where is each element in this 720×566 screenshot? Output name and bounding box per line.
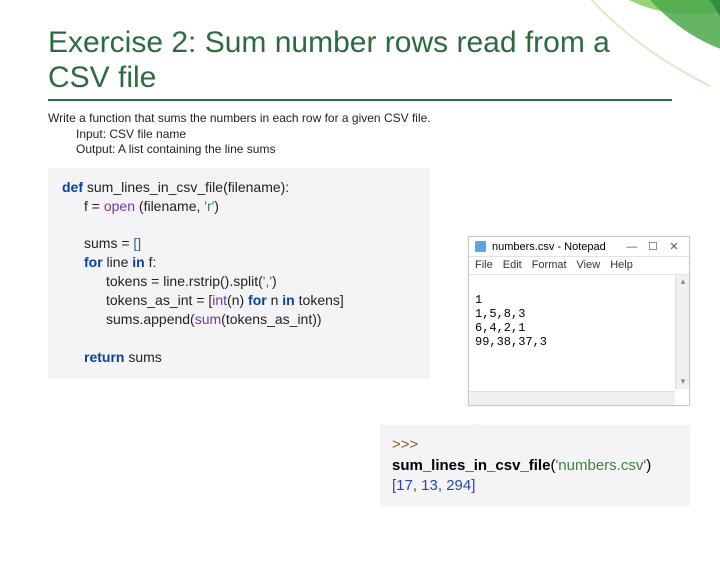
repl-close: ) [646,457,651,474]
code-l8a: sums [124,349,161,365]
slide-title: Exercise 2: Sum number rows read from a … [48,26,672,95]
notepad-titlebar[interactable]: numbers.csv - Notepad — ☐ ✕ [469,237,689,257]
scroll-up-icon[interactable]: ▴ [676,275,690,289]
kw-return: return [84,349,124,365]
code-l6a: tokens_as_int = [ [106,292,212,308]
horizontal-scrollbar[interactable]: ◂ ▸ [469,391,675,405]
code-l6c: n [267,292,283,308]
lit-empty: [] [133,235,141,251]
code-l7a: sums.append( [106,311,195,327]
builtin-sum: sum [195,311,221,327]
kw-for: for [84,254,103,270]
builtin-int: int [212,292,227,308]
notepad-icon [475,241,486,252]
code-l2c: ) [214,198,219,214]
code-l2a: f = [84,198,104,214]
notepad-title: numbers.csv - Notepad [492,241,606,253]
minimize-button[interactable]: — [623,241,641,253]
notepad-window: numbers.csv - Notepad — ☐ ✕ File Edit Fo… [468,236,690,406]
str-sep: ',' [263,273,272,289]
kw-in-1: in [132,254,144,270]
menu-help[interactable]: Help [610,259,633,271]
repl-arg: 'numbers.csv' [555,457,646,474]
kw-def: def [62,179,83,195]
str-mode: 'r' [204,198,214,214]
code-l4a: line [103,254,133,270]
scroll-down-icon[interactable]: ▾ [676,375,690,389]
notepad-body[interactable]: 1 1,5,8,3 6,4,2,1 99,38,37,3 ▴ ▾ ◂ ▸ [469,275,689,405]
code-l6d: tokens] [295,292,344,308]
code-block: def sum_lines_in_csv_file(filename): f =… [48,168,430,379]
prompt-input: Input: CSV file name [76,127,672,143]
np-line-3: 6,4,2,1 [475,321,525,335]
np-line-4: 99,38,37,3 [475,335,547,349]
maximize-button[interactable]: ☐ [644,240,662,253]
builtin-open: open [104,198,135,214]
np-line-1: 1 [475,293,482,307]
menu-view[interactable]: View [577,259,601,271]
code-l3a: sums = [84,235,133,251]
menu-format[interactable]: Format [532,259,567,271]
repl-fn: sum_lines_in_csv_file [392,457,550,474]
vertical-scrollbar[interactable]: ▴ ▾ [675,275,689,389]
code-l2b: (filename, [135,198,204,214]
close-button[interactable]: ✕ [665,240,683,253]
code-l5b: ) [272,273,277,289]
repl-output: >>> sum_lines_in_csv_file('numbers.csv')… [380,425,690,506]
code-l6b: (n) [227,292,248,308]
menu-edit[interactable]: Edit [503,259,522,271]
menu-file[interactable]: File [475,259,493,271]
kw-in-2: in [282,292,294,308]
title-rule [48,99,672,101]
repl-result: [17, 13, 294] [392,476,678,496]
kw-for-2: for [248,292,267,308]
code-l7b: (tokens_as_int)) [221,311,321,327]
repl-prompt: >>> [392,436,418,453]
fn-sig: sum_lines_in_csv_file(filename): [83,179,289,195]
notepad-menubar: File Edit Format View Help [469,257,689,275]
np-line-2: 1,5,8,3 [475,307,525,321]
exercise-prompt: Write a function that sums the numbers i… [48,111,672,158]
prompt-output: Output: A list containing the line sums [76,142,672,158]
prompt-line-1: Write a function that sums the numbers i… [48,111,672,127]
code-l5a: tokens = line.rstrip().split( [106,273,263,289]
code-l4b: f: [145,254,157,270]
